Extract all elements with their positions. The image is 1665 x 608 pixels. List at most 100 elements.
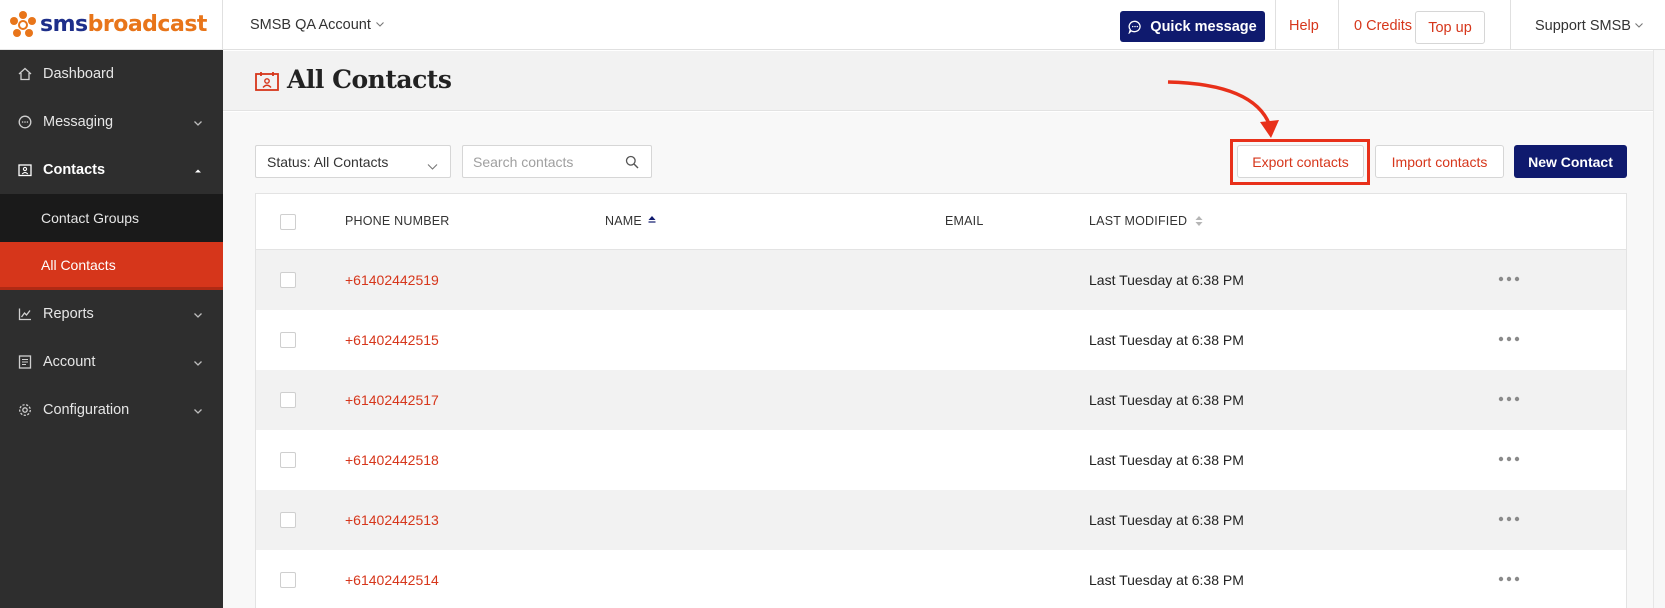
account-icon <box>18 355 32 369</box>
chat-icon <box>18 115 32 129</box>
sidebar: smsbroadcast Dashboard Messaging Contact… <box>0 0 223 608</box>
help-link[interactable]: Help <box>1289 18 1319 34</box>
last-modified-cell: Last Tuesday at 6:38 PM <box>1089 572 1244 588</box>
phone-number-link[interactable]: +61402442514 <box>345 572 439 588</box>
scrollbar[interactable] <box>1653 50 1665 608</box>
column-last-modified[interactable]: LAST MODIFIED <box>1089 214 1203 228</box>
row-checkbox[interactable] <box>280 272 296 288</box>
phone-number-link[interactable]: +61402442515 <box>345 332 439 348</box>
last-modified-cell: Last Tuesday at 6:38 PM <box>1089 272 1244 288</box>
table-row[interactable]: +61402442519 Last Tuesday at 6:38 PM <box>256 250 1626 310</box>
row-checkbox[interactable] <box>280 512 296 528</box>
user-name: Support SMSB <box>1535 18 1631 34</box>
logo-text: smsbroadcast <box>40 12 207 37</box>
row-checkbox[interactable] <box>280 392 296 408</box>
table-row[interactable]: +61402442517 Last Tuesday at 6:38 PM <box>256 370 1626 430</box>
contacts-card-icon <box>255 71 279 96</box>
last-modified-cell: Last Tuesday at 6:38 PM <box>1089 512 1244 528</box>
divider <box>1275 0 1276 50</box>
column-phone-number[interactable]: PHONE NUMBER <box>345 214 450 228</box>
user-menu[interactable]: Support SMSB <box>1535 18 1644 34</box>
account-selector[interactable]: SMSB QA Account <box>250 17 385 33</box>
new-contact-button[interactable]: New Contact <box>1514 145 1627 178</box>
sidebar-subitem-contact-groups[interactable]: Contact Groups <box>0 194 223 242</box>
column-name-label: NAME <box>605 214 642 228</box>
export-contacts-label: Export contacts <box>1252 153 1349 170</box>
sidebar-item-label: Account <box>43 354 96 370</box>
table-row[interactable]: +61402442515 Last Tuesday at 6:38 PM <box>256 310 1626 370</box>
quick-message-label: Quick message <box>1150 18 1257 35</box>
chevron-down-icon <box>193 308 203 318</box>
contacts-table: PHONE NUMBER NAME EMAIL LAST MODIFIED +6… <box>255 193 1627 608</box>
last-modified-cell: Last Tuesday at 6:38 PM <box>1089 392 1244 408</box>
last-modified-cell: Last Tuesday at 6:38 PM <box>1089 332 1244 348</box>
account-name: SMSB QA Account <box>250 17 371 33</box>
sidebar-item-dashboard[interactable]: Dashboard <box>0 50 223 98</box>
chevron-down-icon <box>427 158 438 174</box>
table-row[interactable]: +61402442518 Last Tuesday at 6:38 PM <box>256 430 1626 490</box>
column-email[interactable]: EMAIL <box>945 214 984 228</box>
gear-icon <box>18 403 32 417</box>
sidebar-item-account[interactable]: Account <box>0 338 223 386</box>
sidebar-subitem-label: Contact Groups <box>41 210 140 226</box>
sidebar-subitem-all-contacts[interactable]: All Contacts <box>0 242 223 290</box>
export-contacts-button[interactable]: Export contacts <box>1237 145 1364 178</box>
status-filter-value: Status: All Contacts <box>267 153 389 170</box>
page-title: All Contacts <box>287 65 452 94</box>
more-options-icon[interactable] <box>1496 392 1522 406</box>
sidebar-item-label: Messaging <box>43 114 114 130</box>
sidebar-item-contacts[interactable]: Contacts <box>0 146 223 194</box>
more-options-icon[interactable] <box>1496 572 1522 586</box>
more-options-icon[interactable] <box>1496 512 1522 526</box>
divider <box>1510 0 1511 50</box>
chat-bubble-icon <box>1128 20 1142 34</box>
more-options-icon[interactable] <box>1496 332 1522 346</box>
select-all-checkbox[interactable] <box>280 214 296 230</box>
table-row[interactable]: +61402442513 Last Tuesday at 6:38 PM <box>256 490 1626 550</box>
sidebar-item-reports[interactable]: Reports <box>0 290 223 338</box>
home-icon <box>18 67 32 81</box>
chevron-down-icon <box>1634 18 1644 34</box>
more-options-icon[interactable] <box>1496 272 1522 286</box>
sidebar-item-label: Contacts <box>43 162 106 178</box>
chevron-down-icon <box>375 17 385 33</box>
sort-asc-icon <box>648 215 656 227</box>
import-contacts-label: Import contacts <box>1391 153 1488 170</box>
import-contacts-button[interactable]: Import contacts <box>1375 145 1504 178</box>
phone-number-link[interactable]: +61402442518 <box>345 452 439 468</box>
sort-icon <box>1195 215 1203 227</box>
contacts-icon <box>18 163 32 177</box>
search-input[interactable] <box>463 146 613 177</box>
top-up-label: Top up <box>1428 19 1472 36</box>
row-checkbox[interactable] <box>280 452 296 468</box>
brand-logo[interactable]: smsbroadcast <box>0 0 223 50</box>
phone-number-link[interactable]: +61402442519 <box>345 272 439 288</box>
chevron-down-icon <box>193 404 203 414</box>
sidebar-item-label: Dashboard <box>43 66 114 82</box>
sidebar-item-configuration[interactable]: Configuration <box>0 386 223 434</box>
divider <box>1338 0 1339 50</box>
phone-number-link[interactable]: +61402442513 <box>345 512 439 528</box>
column-name[interactable]: NAME <box>605 214 656 228</box>
sidebar-item-messaging[interactable]: Messaging <box>0 98 223 146</box>
more-options-icon[interactable] <box>1496 452 1522 466</box>
quick-message-button[interactable]: Quick message <box>1120 11 1265 42</box>
top-up-button[interactable]: Top up <box>1415 11 1485 44</box>
page-header: All Contacts <box>223 51 1653 111</box>
row-checkbox[interactable] <box>280 332 296 348</box>
main-content: Status: All Contacts Export contacts Imp… <box>223 112 1653 608</box>
chevron-down-icon <box>193 116 203 126</box>
status-filter-select[interactable]: Status: All Contacts <box>255 145 451 178</box>
phone-number-link[interactable]: +61402442517 <box>345 392 439 408</box>
annotation-arrow <box>1167 80 1279 138</box>
credits-balance[interactable]: 0 Credits <box>1354 18 1412 34</box>
last-modified-cell: Last Tuesday at 6:38 PM <box>1089 452 1244 468</box>
sidebar-item-label: Reports <box>43 306 94 322</box>
table-row[interactable]: +61402442514 Last Tuesday at 6:38 PM <box>256 550 1626 608</box>
chevron-down-icon <box>193 356 203 366</box>
search-icon[interactable] <box>625 155 639 174</box>
new-contact-label: New Contact <box>1528 153 1613 170</box>
row-checkbox[interactable] <box>280 572 296 588</box>
sidebar-item-label: Configuration <box>43 402 130 418</box>
sidebar-nav: Dashboard Messaging Contacts Contact Gro… <box>0 50 223 434</box>
